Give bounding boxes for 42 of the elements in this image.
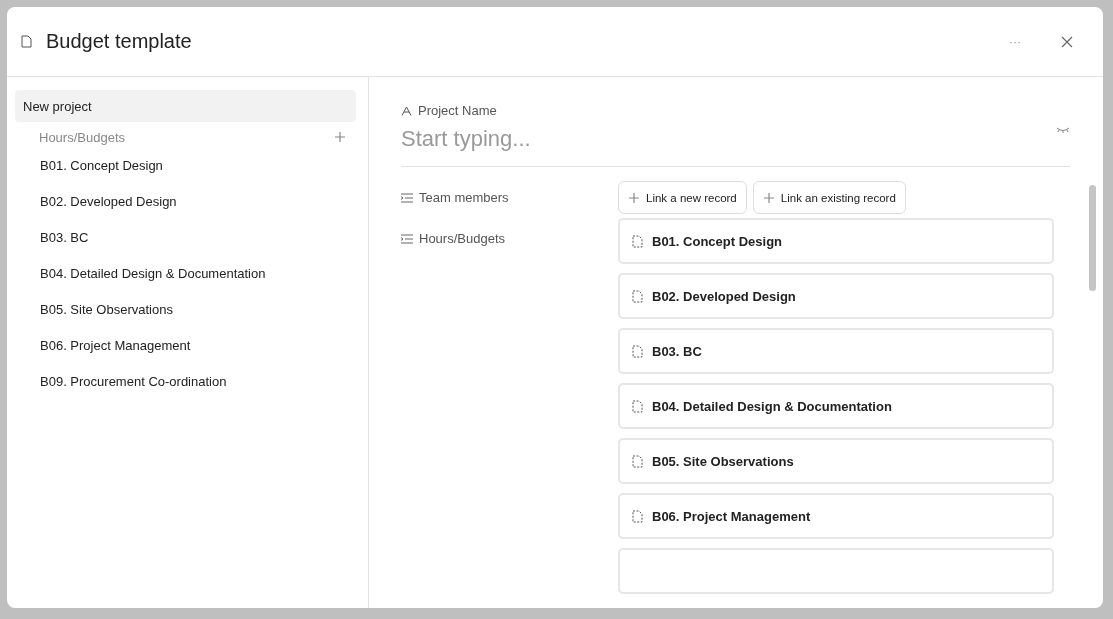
sidebar-item[interactable]: B02. Developed Design (15, 184, 356, 220)
record-title: B02. Developed Design (652, 288, 796, 304)
sidebar-item[interactable]: B04. Detailed Design & Documentation (15, 256, 356, 292)
field-label: Project Name (418, 103, 497, 118)
list-icon (401, 233, 413, 244)
record-title: B01. Concept Design (652, 233, 783, 249)
add-icon (334, 131, 346, 143)
document-icon (21, 35, 32, 48)
scrollbar[interactable] (1089, 185, 1096, 291)
document-icon (632, 509, 643, 523)
record-card[interactable]: B01. Concept Design (618, 218, 1054, 264)
record-title: B03. BC (652, 343, 702, 359)
record-card[interactable]: B05. Site Observations (618, 438, 1054, 484)
plus-icon (762, 191, 775, 204)
document-icon (632, 399, 643, 413)
sidebar-item[interactable]: New project (15, 90, 356, 122)
sidebar-item[interactable]: B01. Concept Design (15, 148, 356, 184)
plus-icon (628, 191, 640, 204)
field-label: Hours/Budgets (419, 231, 505, 246)
sidebar-item[interactable]: B06. Project Management (15, 328, 356, 364)
text-field-icon (401, 105, 412, 116)
sidebar-item[interactable]: B03. BC (15, 220, 356, 256)
dialog-title: Budget template (46, 30, 193, 53)
record-title: B04. Detailed Design & Documentation (652, 398, 892, 414)
link-record-button[interactable]: Link an existing record (752, 181, 906, 214)
link-record-button[interactable]: Link a new record (618, 181, 747, 214)
sidebar-item[interactable]: B05. Site Observations (15, 292, 356, 328)
record-card[interactable]: B02. Developed Design (618, 273, 1054, 319)
document-icon (632, 454, 643, 468)
field-label: Team members (419, 190, 509, 205)
record-title: B05. Site Observations (652, 453, 794, 469)
document-icon (632, 289, 643, 303)
closed-eye-icon[interactable] (1056, 126, 1070, 134)
section-heading: Hours/Budgets (39, 129, 125, 145)
document-icon (632, 344, 643, 358)
list-icon (401, 192, 413, 203)
record-card[interactable]: B06. Project Management (618, 493, 1054, 539)
sidebar-item[interactable]: B09. Procurement Co-ordination (15, 364, 356, 400)
record-title: B06. Project Management (652, 508, 811, 524)
record-card[interactable]: B03. BC (618, 328, 1054, 374)
document-icon (632, 234, 643, 248)
record-card[interactable]: B04. Detailed Design & Documentation (618, 383, 1054, 429)
